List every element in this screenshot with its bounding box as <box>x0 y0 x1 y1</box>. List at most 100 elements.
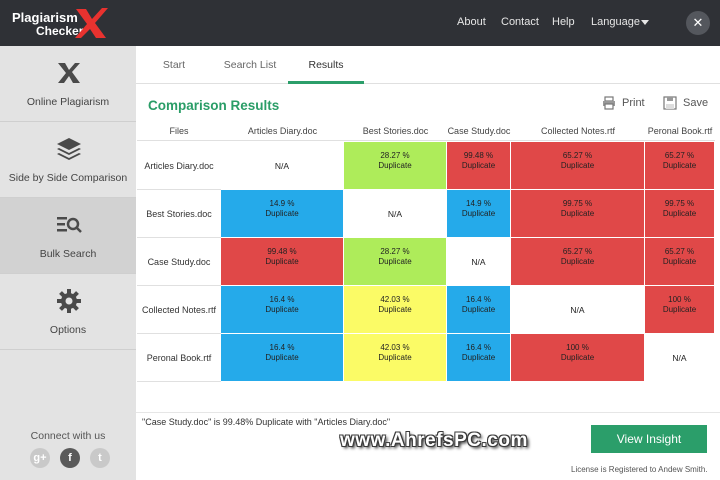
list-search-icon <box>57 217 82 233</box>
cell-percent: 100 % <box>668 295 691 304</box>
close-button[interactable]: ✕ <box>686 11 710 35</box>
grid-cell[interactable]: 65.27 % Duplicate <box>645 142 715 190</box>
grid-cell[interactable]: 99.75 % Duplicate <box>511 190 645 238</box>
grid-cell[interactable]: 16.4 % Duplicate <box>221 286 344 334</box>
grid-cell[interactable]: 100 % Duplicate <box>645 286 715 334</box>
grid-cell[interactable]: 65.27 % Duplicate <box>645 238 715 286</box>
cell-percent: N/A <box>387 209 403 219</box>
grid-cell[interactable]: 99.75 % Duplicate <box>645 190 715 238</box>
save-icon <box>663 96 677 110</box>
gear-icon <box>57 289 81 313</box>
cell-percent: 16.4 % <box>269 343 295 352</box>
app-logo: Plagiarism Checker <box>10 6 110 40</box>
cell-percent: 65.27 % <box>562 247 593 256</box>
grid-cell[interactable]: 99.48 % Duplicate <box>447 142 511 190</box>
cell-duplicate-label: Duplicate <box>265 257 299 266</box>
cell-duplicate-label: Duplicate <box>560 209 595 218</box>
cell-percent: 16.4 % <box>466 295 491 304</box>
cell-duplicate-label: Duplicate <box>560 161 595 170</box>
cell-percent: N/A <box>672 353 687 363</box>
license-text: License is Registered to Andew Smith. <box>571 465 708 474</box>
view-insight-button[interactable]: View Insight <box>591 425 707 453</box>
grid-cell[interactable]: 14.9 % Duplicate <box>221 190 344 238</box>
title-bar: Plagiarism Checker About Contact Help La… <box>0 0 720 46</box>
grid-cell[interactable]: N/A <box>511 286 645 334</box>
grid-cell[interactable]: 14.9 % Duplicate <box>447 190 511 238</box>
grid-cell[interactable]: 16.4 % Duplicate <box>447 286 511 334</box>
grid-column-header: Articles Diary.doc <box>221 121 344 141</box>
grid-cell[interactable]: 100 % Duplicate <box>511 334 645 382</box>
grid-cell[interactable]: 42.03 % Duplicate <box>344 286 447 334</box>
cell-percent: 99.48 % <box>463 151 494 160</box>
grid-cell[interactable]: 42.03 % Duplicate <box>344 334 447 382</box>
cell-duplicate-label: Duplicate <box>662 305 697 314</box>
logo-line1: Plagiarism <box>12 10 78 25</box>
cell-percent: N/A <box>274 161 290 171</box>
grid-cell[interactable]: 99.48 % Duplicate <box>221 238 344 286</box>
cell-duplicate-label: Duplicate <box>461 353 496 362</box>
cell-percent: 42.03 % <box>380 343 410 352</box>
grid-row-label: Case Study.doc <box>137 238 221 286</box>
grid-cell[interactable]: 65.27 % Duplicate <box>511 142 645 190</box>
cell-percent: 99.75 % <box>664 199 695 208</box>
sidebar-item-label: Bulk Search <box>39 248 97 260</box>
cell-percent: 14.9 % <box>466 199 491 208</box>
sidebar: Online Plagiarism Side by Side Compariso… <box>0 46 136 480</box>
twitter-icon[interactable]: t <box>90 448 110 468</box>
cell-duplicate-label: Duplicate <box>378 305 412 314</box>
cell-percent: N/A <box>471 257 486 267</box>
cell-percent: 14.9 % <box>269 199 295 208</box>
grid-row-label: Best Stories.doc <box>137 190 221 238</box>
cell-duplicate-label: Duplicate <box>560 257 595 266</box>
grid-column-header: Best Stories.doc <box>344 121 447 141</box>
nav-about[interactable]: About <box>457 16 486 28</box>
sidebar-item-online-plagiarism[interactable]: Online Plagiarism <box>0 46 136 122</box>
connect-label: Connect with us <box>30 430 106 442</box>
grid-cell[interactable]: N/A <box>221 142 344 190</box>
grid-cell[interactable]: N/A <box>344 190 447 238</box>
grid-cell[interactable]: 28.27 % Duplicate <box>344 238 447 286</box>
status-text: "Case Study.doc" is 99.48% Duplicate wit… <box>142 417 391 427</box>
cell-duplicate-label: Duplicate <box>378 257 412 266</box>
x-logo-icon <box>58 63 80 83</box>
footer-divider <box>136 412 720 413</box>
nav-help[interactable]: Help <box>552 16 575 28</box>
facebook-icon[interactable]: f <box>60 448 80 468</box>
page-title: Comparison Results <box>148 98 280 113</box>
cell-percent: 99.75 % <box>562 199 593 208</box>
google-plus-icon[interactable]: g+ <box>30 448 50 468</box>
print-button[interactable]: Print <box>602 96 645 114</box>
nav-contact[interactable]: Contact <box>501 16 539 28</box>
cell-percent: 28.27 % <box>380 151 410 160</box>
sidebar-item-side-by-side[interactable]: Side by Side Comparison <box>0 122 136 198</box>
cell-duplicate-label: Duplicate <box>265 353 299 362</box>
grid-cell[interactable]: N/A <box>447 238 511 286</box>
tab-search-list[interactable]: Search List <box>212 46 288 84</box>
tab-start[interactable]: Start <box>136 46 212 84</box>
grid-cell[interactable]: 16.4 % Duplicate <box>221 334 344 382</box>
cell-duplicate-label: Duplicate <box>378 353 412 362</box>
cell-percent: 42.03 % <box>380 295 410 304</box>
grid-cell[interactable]: N/A <box>645 334 715 382</box>
grid-row-label: Collected Notes.rtf <box>137 286 221 334</box>
cell-percent: 65.27 % <box>664 247 695 256</box>
language-dropdown[interactable]: Language <box>591 16 640 28</box>
grid-column-header: Peronal Book.rtf <box>645 121 715 141</box>
cell-duplicate-label: Duplicate <box>662 257 697 266</box>
sidebar-item-bulk-search[interactable]: Bulk Search <box>0 198 136 274</box>
grid-row-label: Peronal Book.rtf <box>137 334 221 382</box>
cell-percent: 99.48 % <box>267 247 297 256</box>
save-label: Save <box>683 96 709 109</box>
chevron-down-icon[interactable] <box>641 20 649 25</box>
layers-icon <box>57 138 81 160</box>
tab-results[interactable]: Results <box>288 46 364 84</box>
cell-duplicate-label: Duplicate <box>560 353 595 362</box>
cell-duplicate-label: Duplicate <box>378 161 412 170</box>
grid-cell[interactable]: 65.27 % Duplicate <box>511 238 645 286</box>
grid-corner-header: Files <box>137 121 221 141</box>
grid-cell[interactable]: 16.4 % Duplicate <box>447 334 511 382</box>
grid-cell[interactable]: 28.27 % Duplicate <box>344 142 447 190</box>
cell-percent: 100 % <box>566 343 589 352</box>
sidebar-item-options[interactable]: Options <box>0 274 136 350</box>
save-button[interactable]: Save <box>663 96 708 114</box>
